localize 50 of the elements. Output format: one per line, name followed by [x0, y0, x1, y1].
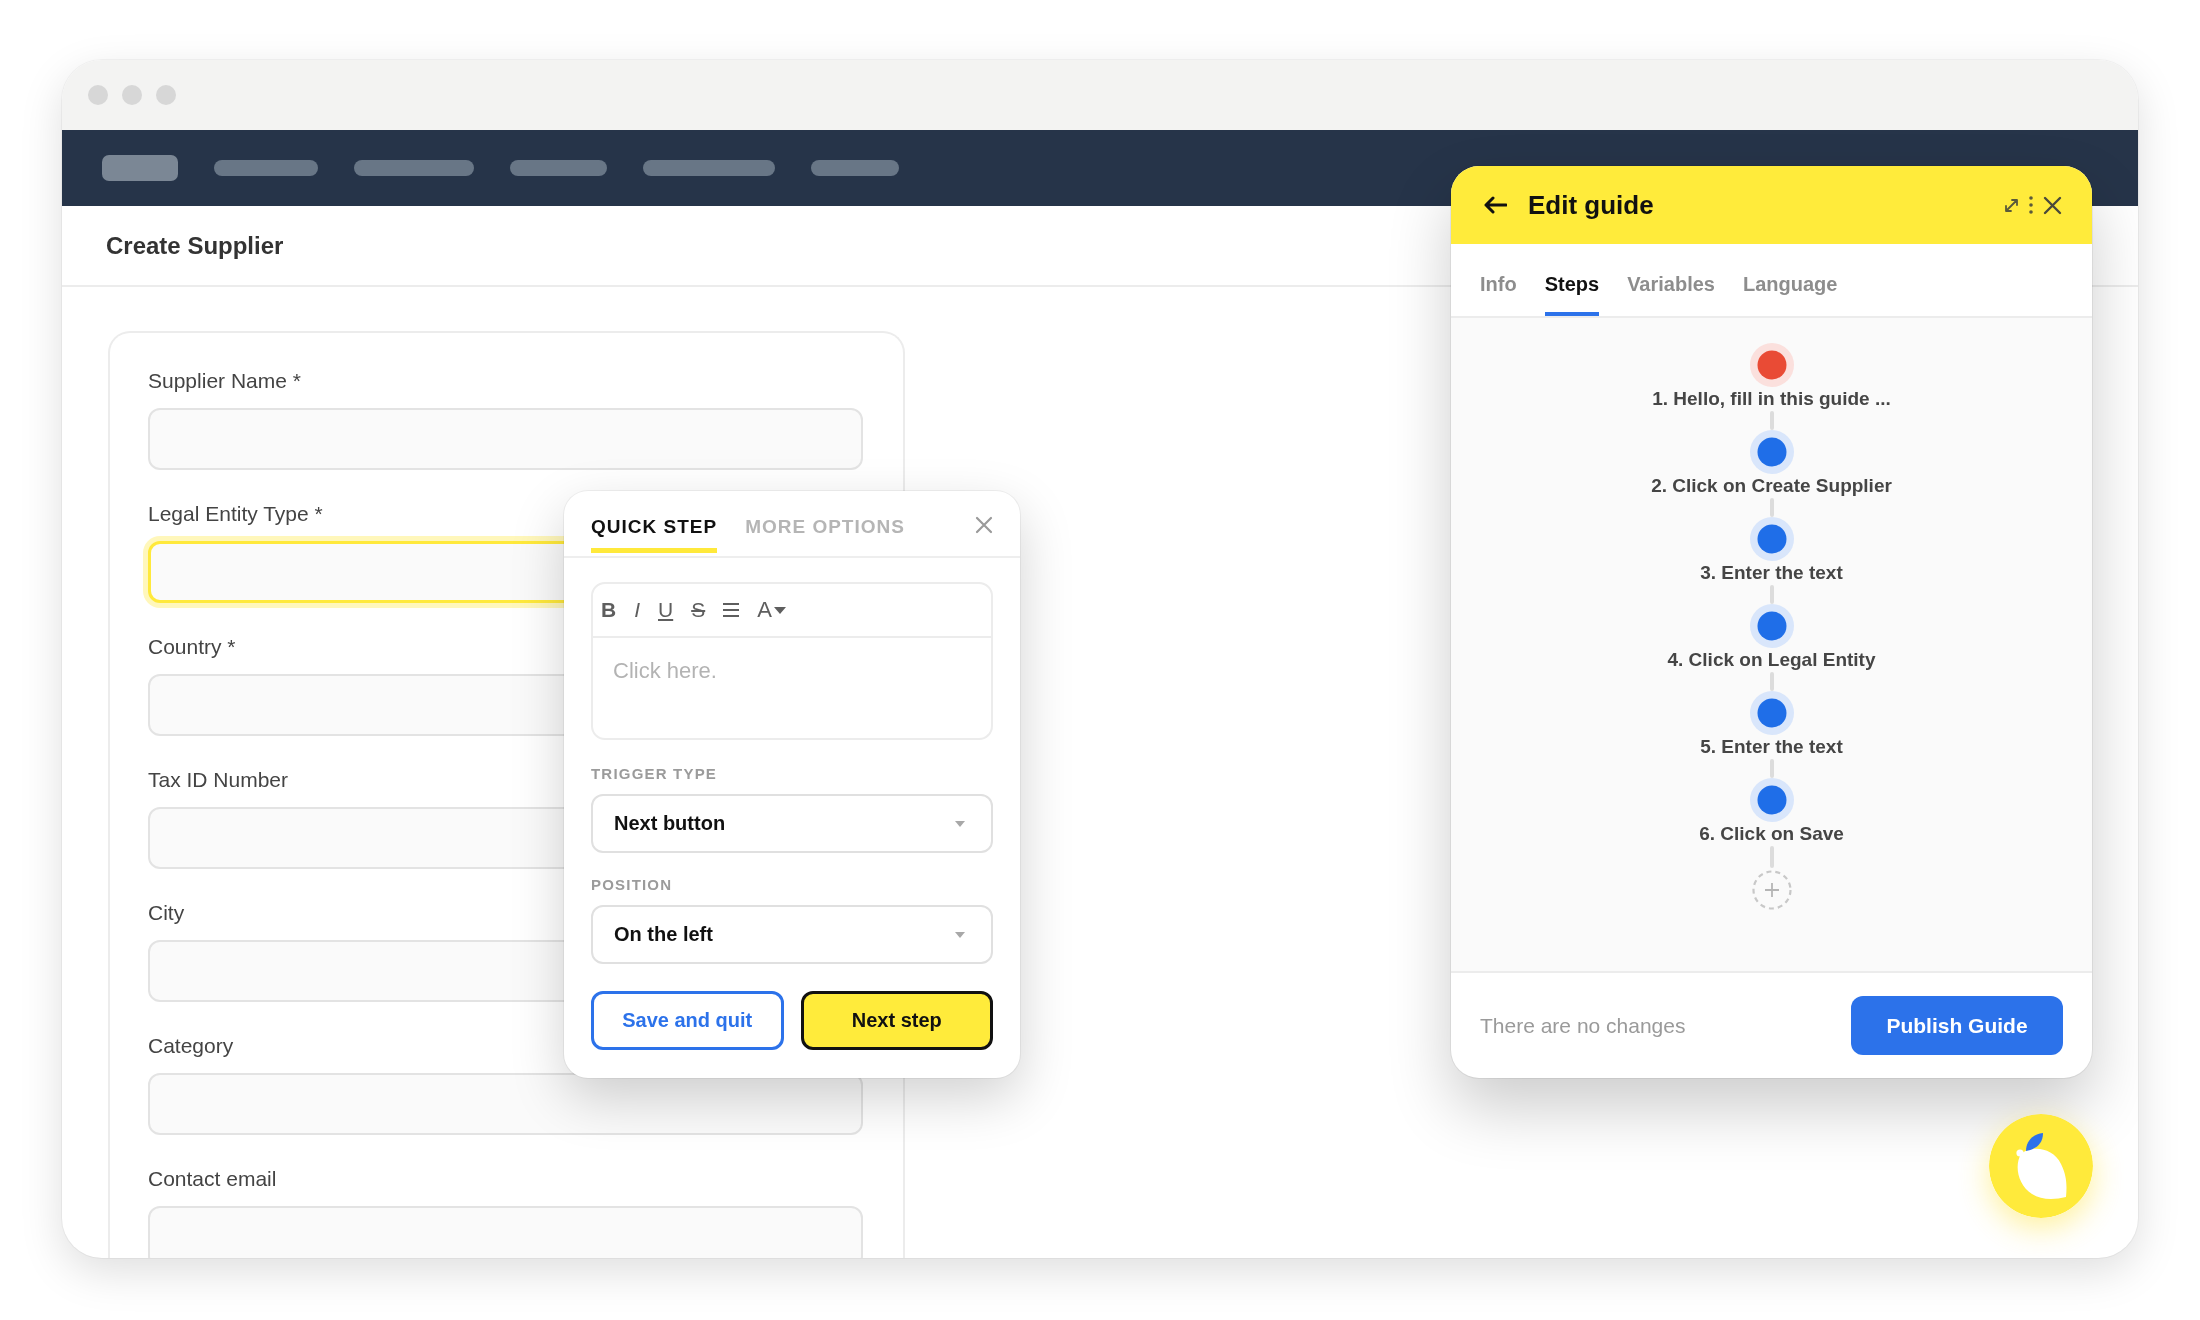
dropdown[interactable]: On the left — [591, 905, 993, 964]
panel-title: Edit guide — [1528, 189, 1654, 221]
step-label[interactable]: 3. Enter the text — [1700, 561, 1843, 585]
back-arrow-icon[interactable] — [1483, 196, 1507, 214]
page-title: Create Supplier — [106, 231, 284, 260]
field-label: Tax ID Number — [148, 767, 289, 793]
popup-tab[interactable]: QUICK STEP — [591, 515, 718, 553]
list-icon[interactable] — [723, 603, 740, 617]
dropdown[interactable]: Next button — [591, 794, 993, 853]
field-label: Category — [148, 1033, 234, 1059]
caret-icon — [955, 931, 965, 938]
window-dot-icon — [88, 85, 108, 105]
step-dot-icon[interactable] — [1749, 517, 1794, 561]
text-input[interactable] — [148, 1206, 863, 1258]
italic-button[interactable]: I — [634, 598, 640, 622]
field-label: POSITION — [591, 876, 673, 894]
field-label: City — [148, 900, 185, 926]
close-icon[interactable] — [2043, 195, 2062, 215]
step-label[interactable]: 1. Hello, fill in this guide ... — [1652, 387, 1891, 411]
expand-icon[interactable] — [2004, 197, 2019, 213]
step-label[interactable]: 6. Click on Save — [1699, 822, 1844, 846]
step-label[interactable]: 4. Click on Legal Entity — [1667, 648, 1876, 672]
more-icon[interactable] — [2029, 196, 2033, 214]
font-button[interactable]: A — [757, 598, 786, 622]
window-dot-icon — [122, 85, 142, 105]
caret-icon — [955, 820, 965, 827]
step-dot-icon[interactable] — [1749, 343, 1794, 387]
underline-button[interactable]: U — [658, 598, 674, 622]
bold-button[interactable]: B — [601, 598, 617, 622]
step-dot-icon[interactable] — [1749, 604, 1794, 648]
next-step-button[interactable]: Next step — [800, 991, 993, 1050]
save-quit-button[interactable]: Save and quit — [591, 991, 784, 1050]
step-label[interactable]: 5. Enter the text — [1700, 735, 1843, 759]
step-dot-icon[interactable] — [1749, 691, 1794, 735]
publish-button[interactable]: Publish Guide — [1851, 996, 2063, 1055]
strikethrough-button[interactable]: S — [691, 598, 706, 622]
field-label: Contact email — [148, 1166, 277, 1192]
status-text: There are no changes — [1480, 1013, 1686, 1038]
text-input[interactable] — [148, 408, 863, 470]
field-label: Supplier Name * — [148, 368, 301, 394]
field-label: Country * — [148, 634, 236, 660]
step-label[interactable]: 2. Click on Create Supplier — [1651, 474, 1892, 498]
field-label: TRIGGER TYPE — [591, 765, 718, 783]
field-label: Legal Entity Type * — [148, 501, 323, 527]
caret-icon — [773, 606, 786, 614]
step-dot-icon[interactable] — [1749, 778, 1794, 822]
editor-field[interactable]: Click here. — [591, 638, 993, 740]
text-input[interactable] — [148, 1073, 863, 1135]
step-dot-icon[interactable] — [1749, 430, 1794, 474]
window-dot-icon — [156, 85, 176, 105]
